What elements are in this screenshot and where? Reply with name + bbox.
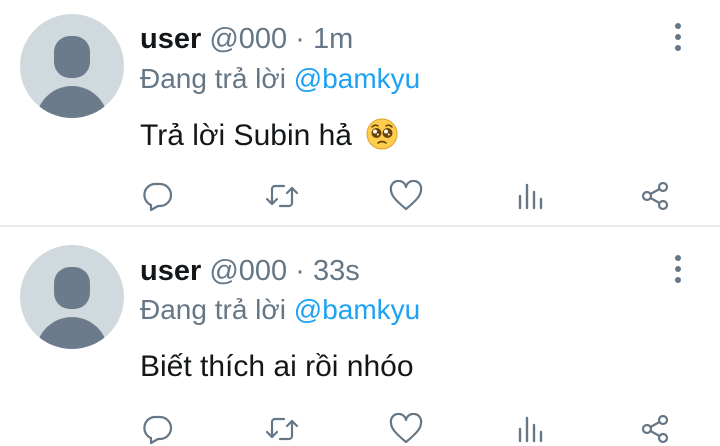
separator-dot: · bbox=[295, 255, 305, 287]
avatar-head-shape bbox=[54, 36, 90, 78]
mention-link[interactable]: @bamkyu bbox=[294, 294, 420, 325]
separator-dot: · bbox=[295, 23, 305, 55]
tweet-actions bbox=[0, 176, 720, 216]
more-vertical-icon[interactable] bbox=[670, 254, 686, 284]
user-handle[interactable]: @000 bbox=[209, 255, 287, 287]
tweet-item[interactable]: user @000 · 33s Đang trả lời @bamkyu Biế… bbox=[0, 229, 720, 446]
bar-chart-icon[interactable] bbox=[511, 176, 551, 216]
pleading-face-emoji bbox=[366, 118, 398, 150]
share-icon[interactable] bbox=[635, 409, 675, 446]
replying-prefix: Đang trả lời bbox=[140, 63, 286, 94]
tweet-item[interactable]: user @000 · 1m Đang trả lời @bamkyu Trả … bbox=[0, 0, 720, 227]
tweet-text-body: Trả lời Subin hả bbox=[140, 119, 352, 152]
avatar[interactable] bbox=[20, 14, 124, 118]
display-name[interactable]: user bbox=[140, 23, 201, 55]
reply-bubble-icon[interactable] bbox=[137, 176, 177, 216]
replying-prefix: Đang trả lời bbox=[140, 294, 286, 325]
replying-to-line: Đang trả lời @bamkyu bbox=[140, 293, 420, 327]
avatar-head-shape bbox=[54, 267, 90, 309]
timestamp[interactable]: 1m bbox=[313, 23, 353, 55]
heart-icon[interactable] bbox=[386, 409, 426, 446]
timestamp[interactable]: 33s bbox=[313, 255, 360, 287]
mention-link[interactable]: @bamkyu bbox=[294, 63, 420, 94]
tweet-text: Biết thích ai rồi nhóo bbox=[140, 349, 414, 385]
display-name[interactable]: user bbox=[140, 255, 201, 287]
tweet-header: user @000 · 33s bbox=[140, 254, 360, 288]
more-vertical-icon[interactable] bbox=[670, 22, 686, 52]
tweet-header: user @000 · 1m bbox=[140, 22, 353, 56]
tweet-actions bbox=[0, 409, 720, 446]
reply-bubble-icon[interactable] bbox=[137, 409, 177, 446]
user-handle[interactable]: @000 bbox=[209, 23, 287, 55]
retweet-icon[interactable] bbox=[262, 176, 302, 216]
tweet-text: Trả lời Subin hả bbox=[140, 118, 398, 154]
avatar[interactable] bbox=[20, 245, 124, 349]
avatar-body-shape bbox=[36, 86, 108, 118]
share-icon[interactable] bbox=[635, 176, 675, 216]
replying-to-line: Đang trả lời @bamkyu bbox=[140, 62, 420, 96]
bar-chart-icon[interactable] bbox=[511, 409, 551, 446]
tweet-text-body: Biết thích ai rồi nhóo bbox=[140, 350, 414, 383]
avatar-body-shape bbox=[36, 317, 108, 349]
retweet-icon[interactable] bbox=[262, 409, 302, 446]
heart-icon[interactable] bbox=[386, 176, 426, 216]
